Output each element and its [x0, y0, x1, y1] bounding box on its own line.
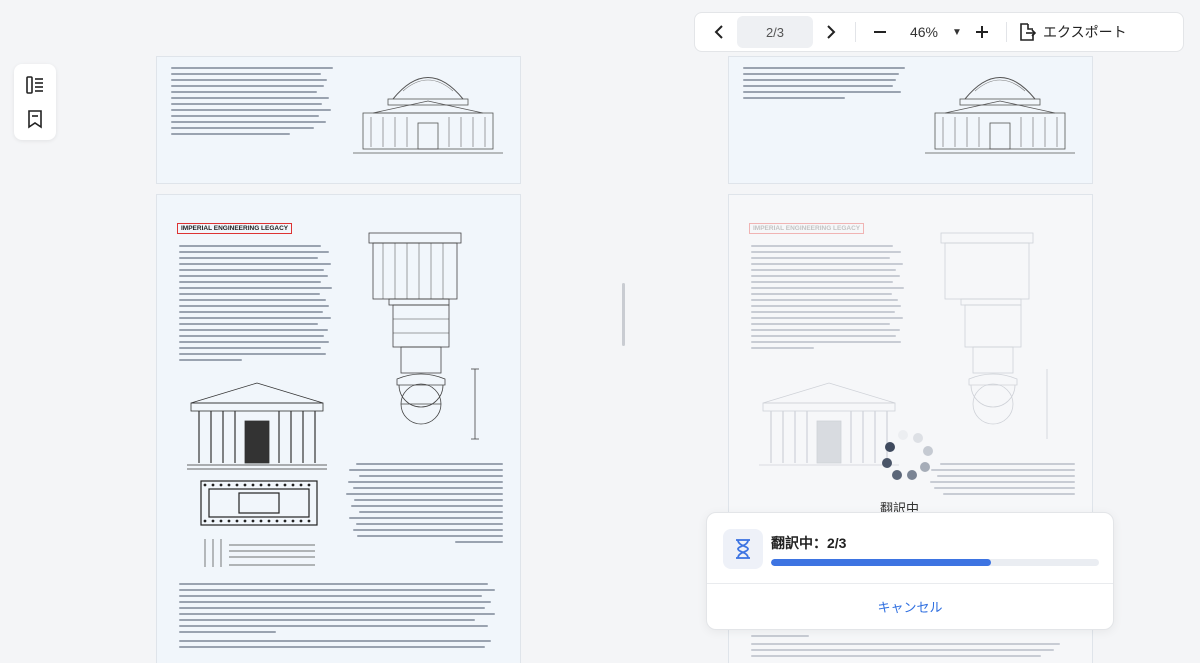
- pantheon-illustration: [925, 77, 1075, 154]
- plus-icon: [976, 26, 988, 38]
- zoom-level[interactable]: 46%: [898, 24, 950, 40]
- loading-spinner-icon: [880, 428, 940, 483]
- page-text-block: [751, 241, 909, 353]
- card-divider: [707, 583, 1113, 584]
- cancel-button[interactable]: キャンセル: [707, 597, 1113, 616]
- zoom-in-button[interactable]: [964, 16, 1000, 48]
- zoom-out-button[interactable]: [862, 16, 898, 48]
- export-button[interactable]: エクスポート: [1017, 22, 1127, 42]
- export-label: エクスポート: [1043, 24, 1127, 40]
- chevron-right-icon: [827, 25, 836, 39]
- original-page-2: IMPERIAL ENGINEERING LEGACY: [156, 194, 521, 663]
- column-capital-illustration: [368, 232, 479, 440]
- parthenon-illustration: [187, 382, 327, 470]
- section-heading: IMPERIAL ENGINEERING LEGACY: [177, 223, 293, 234]
- progress-bar: [771, 559, 1099, 566]
- top-toolbar: 2/3 46% ▼ エクスポート: [694, 12, 1184, 52]
- viewer-root: 2/3 46% ▼ エクスポート IMPERIAL ENGINEERING LE…: [0, 0, 1200, 663]
- page-text-block: [925, 459, 1075, 499]
- column-capital-illustration: [940, 232, 1048, 439]
- export-icon: [1020, 23, 1037, 41]
- zoom-dropdown-icon[interactable]: ▼: [950, 27, 964, 38]
- toolbar-divider: [1006, 22, 1007, 42]
- next-page-button[interactable]: [813, 16, 849, 48]
- prev-page-button[interactable]: [701, 16, 737, 48]
- page-text-block: [179, 241, 337, 365]
- section-heading: IMPERIAL ENGINEERING LEGACY: [749, 223, 865, 234]
- page-indicator[interactable]: 2/3: [737, 16, 813, 48]
- side-toolbar: [14, 64, 56, 140]
- parthenon-illustration: [759, 382, 899, 466]
- page-list-button[interactable]: [20, 70, 50, 100]
- progress-title: 翻訳中：2/3: [771, 535, 847, 551]
- bookmark-button[interactable]: [20, 104, 50, 134]
- page-text-block: [179, 579, 501, 652]
- pantheon-illustration: [353, 77, 503, 154]
- pane-resize-handle[interactable]: [622, 283, 625, 346]
- translated-page-1: [728, 56, 1093, 184]
- page-text-block: [343, 459, 503, 547]
- vault-illustration: [204, 539, 315, 567]
- translation-progress-card: 翻訳中：2/3 キャンセル: [706, 512, 1114, 630]
- page-text-block: [751, 631, 1073, 661]
- page-list-icon: [26, 76, 43, 94]
- progress-bar-fill: [771, 559, 991, 566]
- page-text-block: [743, 63, 913, 103]
- chevron-left-icon: [714, 25, 723, 39]
- bookmark-icon: [28, 110, 42, 129]
- hourglass-icon: [723, 529, 763, 569]
- floor-plan-illustration: [200, 480, 318, 526]
- original-page-1: [156, 56, 521, 184]
- toolbar-divider: [855, 22, 856, 42]
- minus-icon: [874, 31, 886, 33]
- page-text-block: [171, 63, 341, 139]
